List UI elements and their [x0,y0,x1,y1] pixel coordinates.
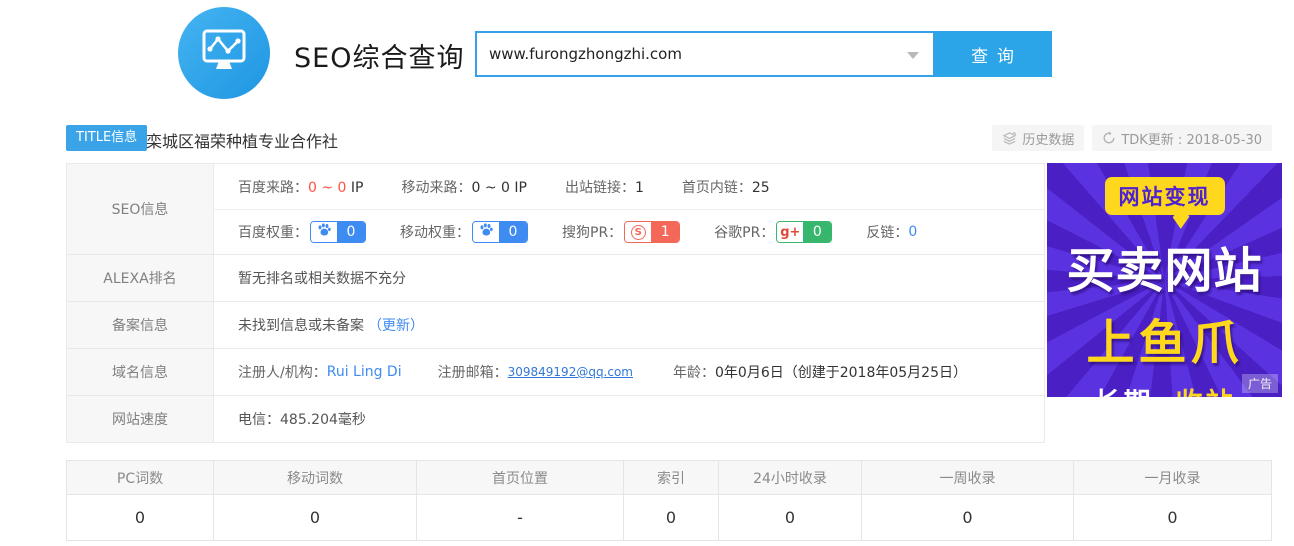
stat-value: 0 [718,494,861,540]
backlinks: 反链： 0 [866,222,917,242]
col-header: 索引 [623,461,718,494]
row-alexa: ALEXA排名 暂无排名或相关数据不充分 [67,254,1044,301]
google-pr: 谷歌PR： g+ 0 [714,221,832,243]
beian-text: 未找到信息或未备案 [238,315,364,335]
seo-query-page: SEO综合查询 查 询 TITLE信息 栾城区福荣种植专业合作社 历史数据 [0,0,1294,546]
domain-age: 0年0月6日（创建于2018年05月25日） [715,362,967,382]
history-data-label: 历史数据 [1022,129,1074,148]
sogou-pr-badge[interactable]: S 1 [624,221,680,243]
backlinks-value[interactable]: 0 [908,224,917,240]
row-label: 网站速度 [67,396,214,442]
registrant-email-link[interactable]: 309849192@qq.com [508,365,633,379]
weights-line: 百度权重： 0 [214,209,1044,254]
col-header: 24小时收录 [718,461,861,494]
col-header: 移动词数 [213,461,416,494]
traffic-line: 百度来路：0 ~ 0 IP 移动来路：0 ~ 0 IP 出站链接：1 首页内链：… [214,164,1044,209]
google-pr-badge[interactable]: g+ 0 [776,221,832,243]
row-label: 备案信息 [67,302,214,348]
search-combobox [475,31,935,77]
query-button[interactable]: 查 询 [935,31,1052,77]
row-domain: 域名信息 注册人/机构： Rui Ling Di 注册邮箱： 309849192… [67,348,1044,395]
mobile-traffic: 移动来路：0 ~ 0 IP [401,177,526,197]
speed-text: 电信：485.204毫秒 [214,396,1044,442]
stat-value: 0 [623,494,718,540]
search-input[interactable] [489,34,884,74]
row-label: ALEXA排名 [67,255,214,301]
baidu-weight: 百度权重： 0 [238,221,366,243]
row-beian: 备案信息 未找到信息或未备案 （更新） [67,301,1044,348]
registrant-label: 注册人/机构： [238,362,327,382]
site-title: 栾城区福荣种植专业合作社 [146,128,338,152]
search-bar: 查 询 [475,31,1052,77]
history-data-button[interactable]: 历史数据 [992,125,1084,151]
col-header: PC词数 [67,461,213,494]
row-label: SEO信息 [67,164,214,254]
beian-update-link[interactable]: （更新） [368,315,424,335]
stat-value: 0 [1073,494,1271,540]
chevron-down-icon[interactable] [907,52,919,59]
registrant-link[interactable]: Rui Ling Di [327,364,402,380]
row-seo-info: SEO信息 百度来路：0 ~ 0 IP 移动来路：0 ~ 0 IP 出站链接：1… [67,164,1044,254]
ad-banner[interactable]: 网站变现 买卖网站 上鱼爪 长期收站 广告 [1047,163,1282,397]
title-info-badge: TITLE信息 [66,125,147,151]
homepage-inlinks: 首页内链：25 [682,177,770,197]
stat-value: 0 [67,494,213,540]
stat-value: - [416,494,623,540]
stats-value-row: 0 0 - 0 0 0 0 [67,494,1271,540]
tdk-update-label: TDK更新 : 2018-05-30 [1121,129,1262,148]
col-header: 首页位置 [416,461,623,494]
sogou-pr: 搜狗PR： S 1 [562,221,680,243]
ad-headline: 买卖网站 [1047,231,1282,301]
row-label: 域名信息 [67,349,214,395]
monitor-chart-icon [197,25,251,81]
seo-info-table: SEO信息 百度来路：0 ~ 0 IP 移动来路：0 ~ 0 IP 出站链接：1… [66,163,1045,443]
ad-subheadline: 上鱼爪 [1047,303,1282,373]
title-bar: TITLE信息 栾城区福荣种植专业合作社 历史数据 [66,125,1272,152]
baidu-traffic: 百度来路：0 ~ 0 IP [238,177,363,197]
mobile-weight-badge[interactable]: 0 [472,221,528,243]
alexa-text: 暂无排名或相关数据不充分 [214,255,1044,301]
baidu-paw-icon [316,222,332,242]
app-logo [178,7,270,99]
stats-table: PC词数 移动词数 首页位置 索引 24小时收录 一周收录 一月收录 0 0 -… [66,460,1272,541]
ad-label: 广告 [1242,374,1278,393]
email-label: 注册邮箱： [438,362,508,382]
refresh-icon [1102,131,1116,145]
stat-value: 0 [861,494,1073,540]
baidu-weight-badge[interactable]: 0 [310,221,366,243]
sogou-icon: S [631,225,646,240]
stats-header-row: PC词数 移动词数 首页位置 索引 24小时收录 一周收录 一月收录 [67,461,1271,494]
col-header: 一月收录 [1073,461,1271,494]
stat-value: 0 [213,494,416,540]
page-title: SEO综合查询 [294,36,464,75]
title-actions: 历史数据 TDK更新 : 2018-05-30 [992,125,1272,151]
layers-icon [1002,131,1017,146]
row-speed: 网站速度 电信：485.204毫秒 [67,395,1044,442]
google-plus-icon: g+ [780,226,800,239]
tdk-update-button[interactable]: TDK更新 : 2018-05-30 [1092,125,1272,151]
ad-bubble: 网站变现 [1105,177,1225,215]
outbound-links: 出站链接：1 [565,177,644,197]
mobile-weight: 移动权重： 0 [400,221,528,243]
age-label: 年龄： [673,362,715,382]
col-header: 一周收录 [861,461,1073,494]
baidu-paw-icon [478,222,494,242]
